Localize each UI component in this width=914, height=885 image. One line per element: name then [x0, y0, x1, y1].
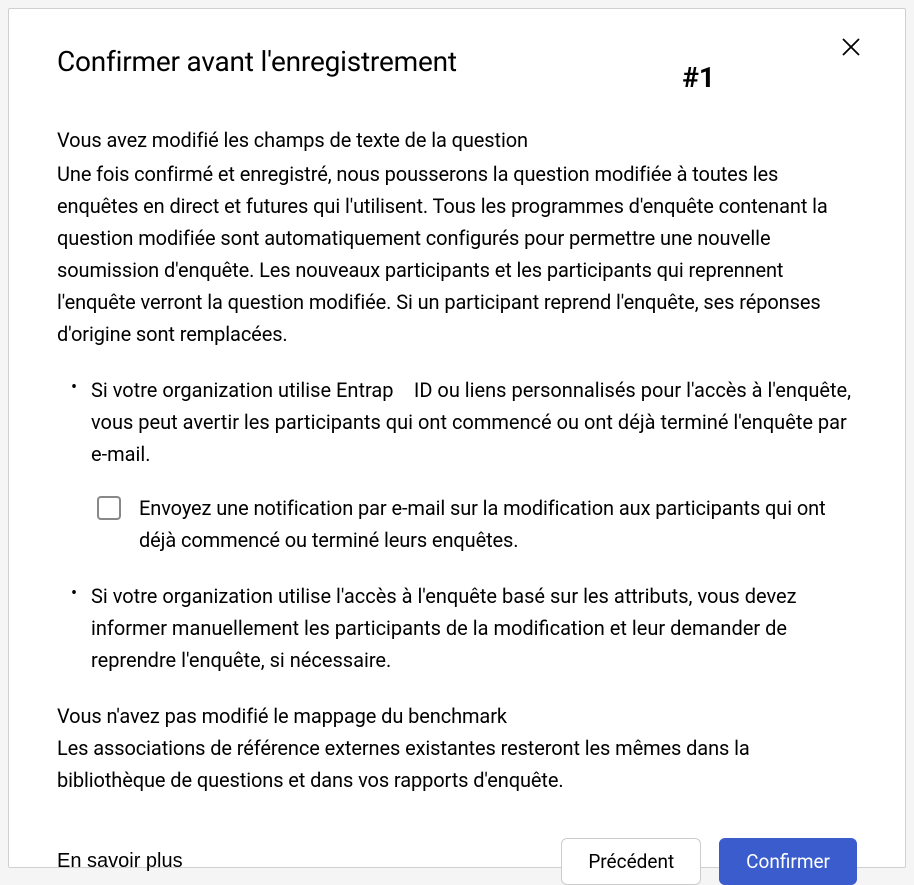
learn-more-link[interactable]: En savoir plus [57, 850, 183, 873]
dialog-footer: En savoir plus Précédent Confirmer [57, 838, 857, 885]
confirm-button[interactable]: Confirmer [719, 838, 857, 885]
bullet-list: Si votre organization utilise Entrap ID … [57, 374, 857, 676]
dialog-title: Confirmer avant l'enregistrement [57, 45, 457, 78]
bullet-item-1: Si votre organization utilise Entrap ID … [57, 374, 857, 556]
section2-heading: Vous n'avez pas modifié le mappage du be… [57, 704, 857, 728]
checkbox-row: Envoyez une notification par e-mail sur … [97, 492, 857, 556]
footer-buttons: Précédent Confirmer [561, 838, 857, 885]
confirm-dialog: #1 Confirmer avant l'enregistrement Vous… [8, 8, 906, 868]
bullet-1-text: Si votre organization utilise Entrap ID … [91, 378, 851, 466]
previous-button[interactable]: Précédent [561, 838, 701, 885]
section1-heading: Vous avez modifié les champs de texte de… [57, 128, 857, 152]
section1-paragraph: Une fois confirmé et enregistré, nous po… [57, 158, 857, 350]
checkbox-label: Envoyez une notification par e-mail sur … [139, 492, 857, 556]
close-button[interactable] [837, 33, 865, 61]
email-notification-checkbox[interactable] [97, 496, 121, 520]
item-number: #1 [682, 61, 715, 94]
section2-paragraph: Les associations de référence externes e… [57, 732, 857, 796]
bullet-2-text: Si votre organization utilise l'accès à … [91, 584, 797, 672]
dialog-body: Vous avez modifié les champs de texte de… [57, 128, 857, 798]
dialog-header: Confirmer avant l'enregistrement [57, 45, 857, 78]
close-icon [839, 35, 863, 59]
bullet-item-2: Si votre organization utilise l'accès à … [57, 580, 857, 676]
